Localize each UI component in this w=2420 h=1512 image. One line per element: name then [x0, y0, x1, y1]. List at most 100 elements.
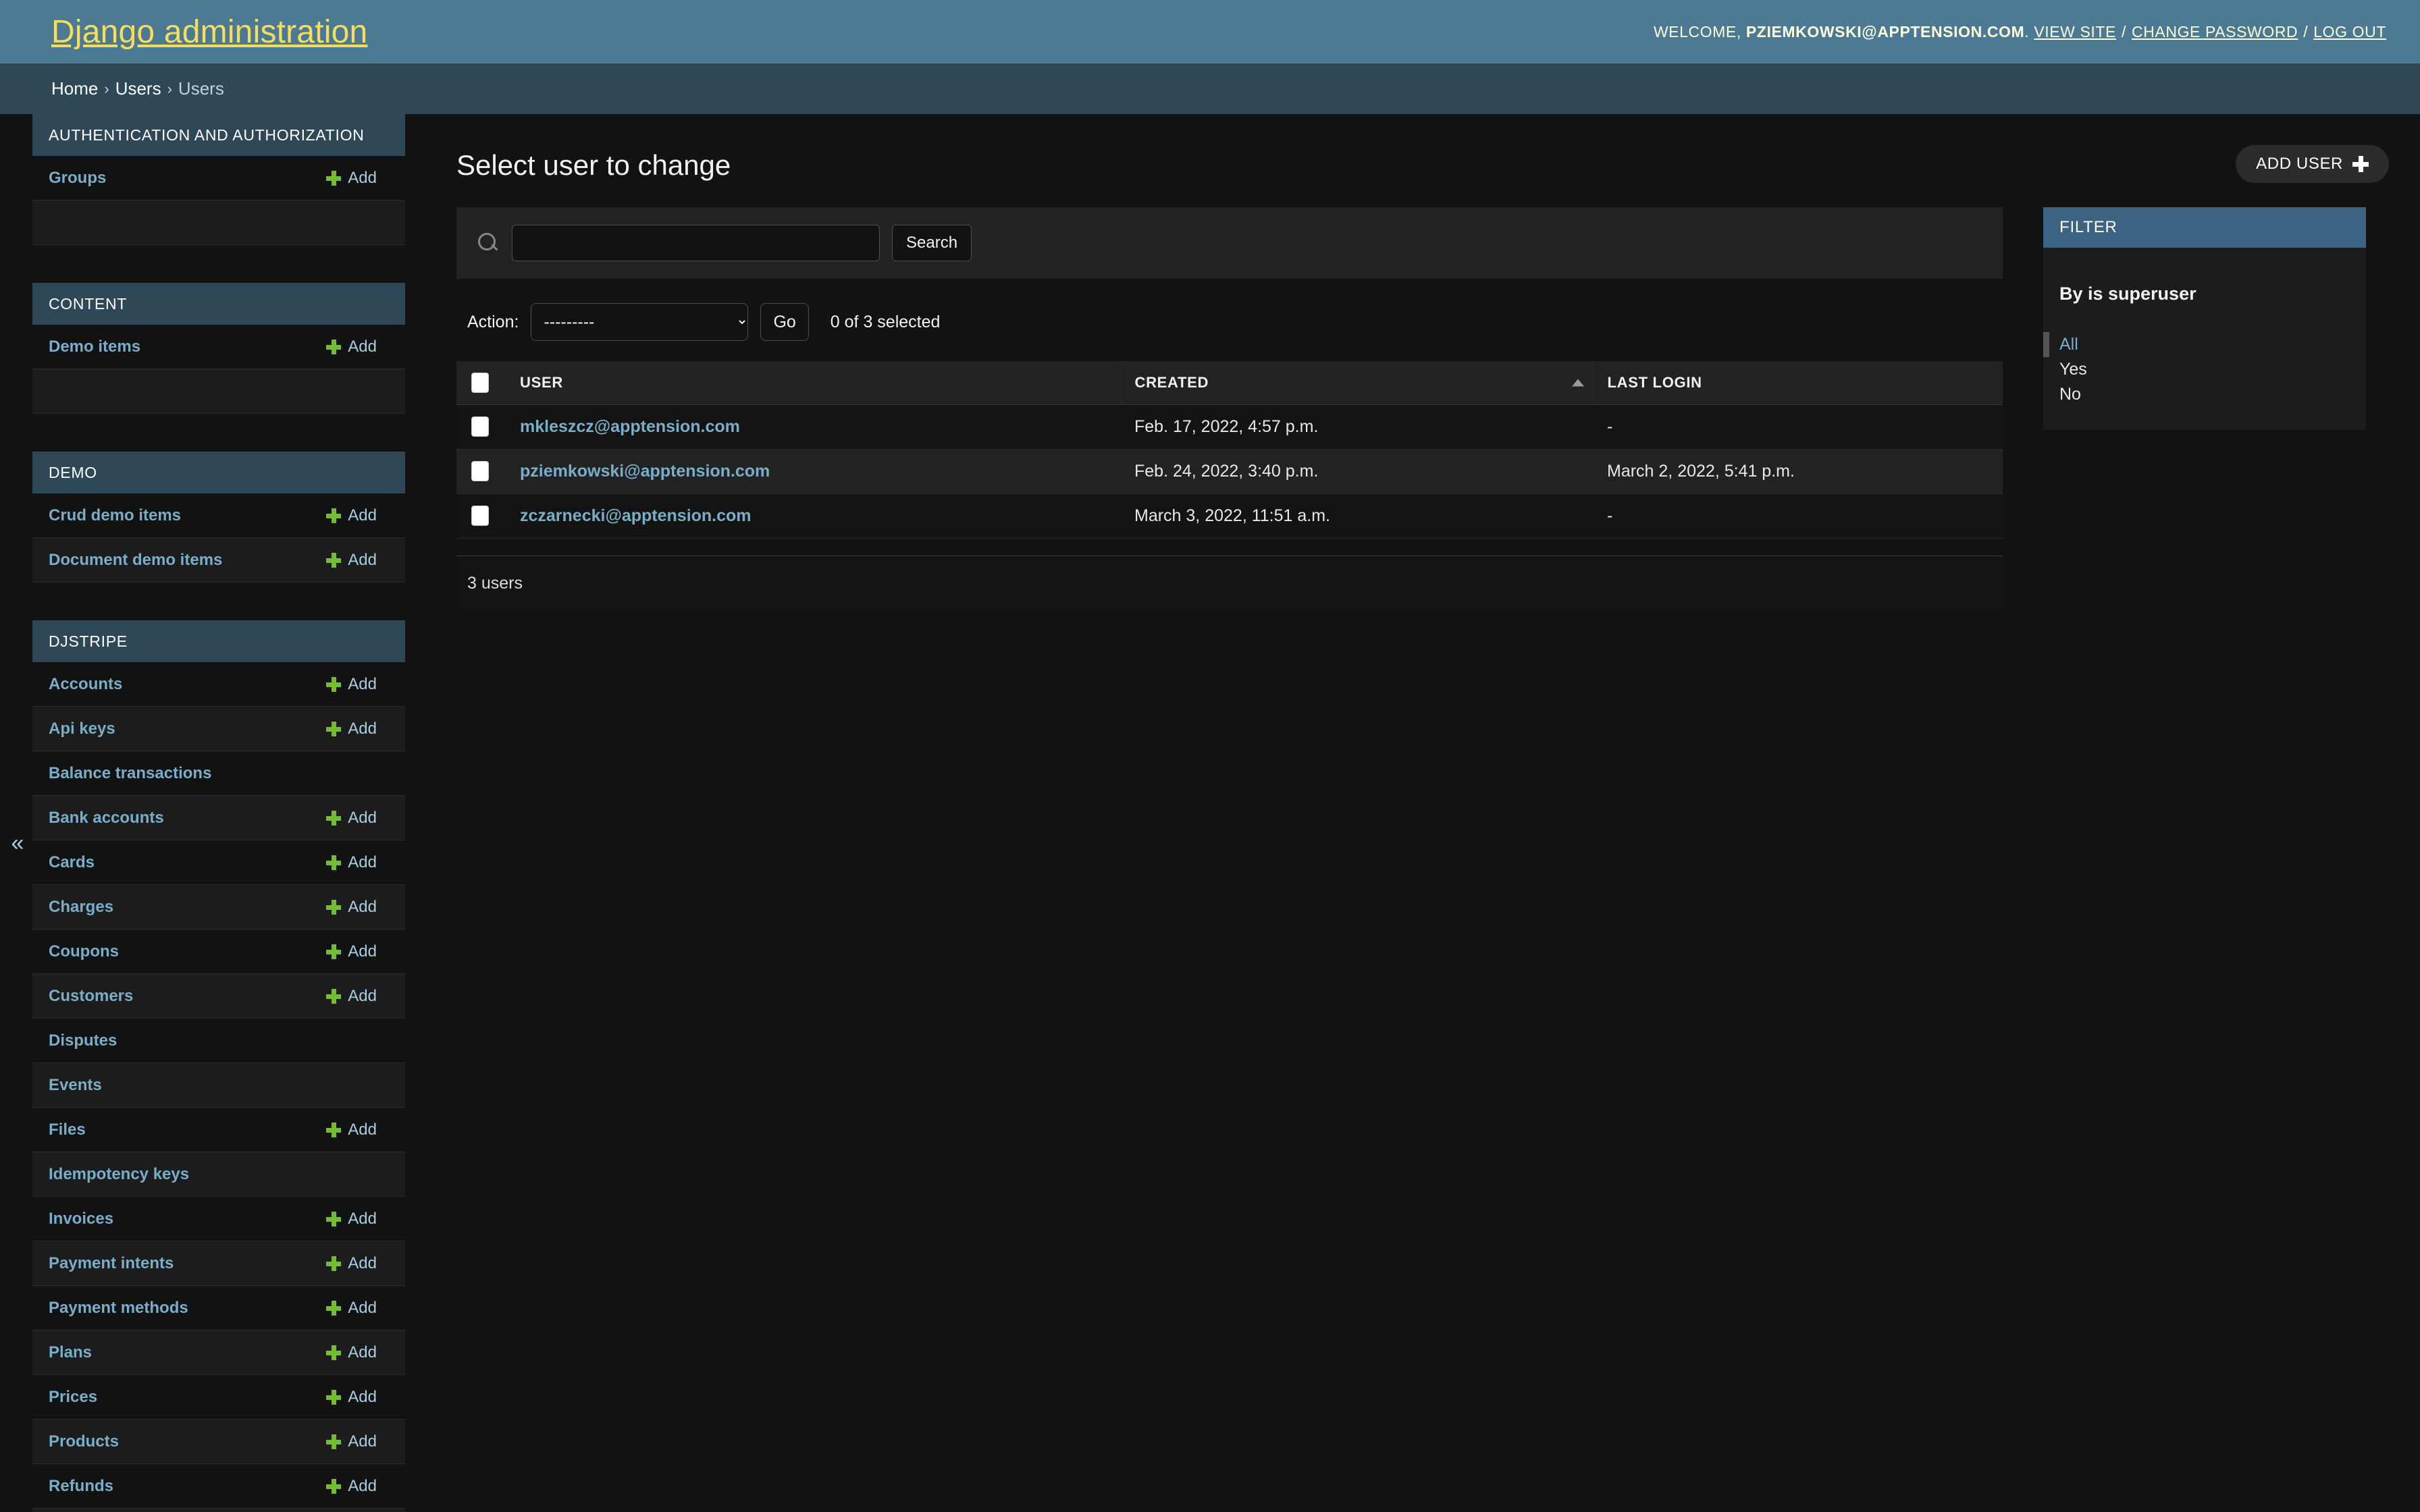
sidebar-item-payment-methods[interactable]: Payment methods Add [32, 1286, 405, 1330]
change-password-link[interactable]: CHANGE PASSWORD [2132, 23, 2298, 41]
sidebar-item-label[interactable]: Refunds [49, 1477, 113, 1496]
sidebar-item-label[interactable]: Balance transactions [49, 764, 211, 783]
sidebar-item-charges[interactable]: Charges Add [32, 885, 405, 929]
filter-option-label[interactable]: Yes [2059, 360, 2087, 379]
sidebar-add-link[interactable]: Add [326, 1432, 377, 1451]
user-link[interactable]: mkleszcz@apptension.com [520, 417, 740, 436]
sidebar-add-link[interactable]: Add [326, 1477, 377, 1496]
sidebar-item-idempotency-keys[interactable]: Idempotency keys [32, 1152, 405, 1197]
add-user-button[interactable]: ADD USER [2236, 145, 2389, 183]
sidebar-add-link[interactable]: Add [326, 809, 377, 828]
search-panel: Search [456, 207, 2003, 279]
sidebar-item-label[interactable]: Charges [49, 898, 113, 917]
filter-option-label[interactable]: All [2059, 335, 2078, 354]
sidebar-item-coupons[interactable]: Coupons Add [32, 929, 405, 974]
filter-option-label[interactable]: No [2059, 385, 2081, 404]
sidebar-item-api-keys[interactable]: Api keys Add [32, 707, 405, 751]
sidebar-collapse-toggle[interactable]: « [4, 830, 31, 857]
sidebar-item-label[interactable]: Groups [49, 169, 106, 188]
sidebar-add-link[interactable]: Add [326, 551, 377, 570]
sidebar-add-link[interactable]: Add [326, 1388, 377, 1407]
filter-option-yes[interactable]: Yes [2043, 357, 2366, 382]
sidebar-item-label[interactable]: Demo items [49, 338, 140, 356]
sidebar-item-cards[interactable]: Cards Add [32, 840, 405, 885]
breadcrumb-home[interactable]: Home [51, 78, 98, 99]
sidebar-item-label[interactable]: Document demo items [49, 551, 222, 570]
sidebar-item-document-demo-items[interactable]: Document demo items Add [32, 538, 405, 583]
sidebar-item-crud-demo-items[interactable]: Crud demo items Add [32, 493, 405, 538]
sidebar-item-disputes[interactable]: Disputes [32, 1019, 405, 1063]
sidebar-add-link[interactable]: Add [326, 169, 377, 188]
sidebar-module-gap [32, 245, 405, 283]
sidebar-item-label[interactable]: Disputes [49, 1031, 117, 1050]
sidebar-item-events[interactable]: Events [32, 1063, 405, 1108]
sidebar-add-link[interactable]: Add [326, 1210, 377, 1228]
column-header-user[interactable]: USER [506, 361, 1122, 405]
sidebar-item-files[interactable]: Files Add [32, 1108, 405, 1152]
row-select-checkbox[interactable] [471, 506, 489, 526]
breadcrumb-app[interactable]: Users [115, 78, 161, 99]
sidebar-add-link[interactable]: Add [326, 898, 377, 917]
row-select-checkbox[interactable] [471, 461, 489, 481]
filter-option-no[interactable]: No [2043, 382, 2366, 407]
row-select-checkbox[interactable] [471, 416, 489, 437]
sidebar-item-label[interactable]: Customers [49, 987, 133, 1006]
sidebar-item-label[interactable]: Invoices [49, 1210, 113, 1228]
go-button[interactable]: Go [760, 303, 809, 341]
sidebar-item-products[interactable]: Products Add [32, 1420, 405, 1464]
sidebar-add-link[interactable]: Add [326, 338, 377, 356]
user-link[interactable]: pziemkowski@apptension.com [520, 462, 770, 481]
sidebar-item-groups[interactable]: Groups Add [32, 156, 405, 200]
log-out-link[interactable]: LOG OUT [2313, 23, 2386, 41]
sidebar-add-link[interactable]: Add [326, 675, 377, 694]
sidebar-add-link[interactable]: Add [326, 942, 377, 961]
sidebar-item-label[interactable]: Crud demo items [49, 506, 181, 525]
sidebar-add-link[interactable]: Add [326, 987, 377, 1006]
sidebar-add-link[interactable]: Add [326, 1120, 377, 1139]
site-brand-link[interactable]: Django administration [51, 14, 367, 51]
select-all-checkbox[interactable] [471, 372, 489, 393]
search-button[interactable]: Search [892, 225, 972, 261]
sidebar-item-label[interactable]: Api keys [49, 720, 115, 738]
filter-option-all[interactable]: All [2043, 332, 2366, 357]
sidebar-item-label[interactable]: Bank accounts [49, 809, 164, 828]
sidebar-item-setup-intents[interactable]: Setup intentsAdd [32, 1509, 405, 1512]
sidebar-item-label[interactable]: Files [49, 1120, 86, 1139]
sidebar-item-invoices[interactable]: Invoices Add [32, 1197, 405, 1241]
sidebar-add-link[interactable]: Add [326, 506, 377, 525]
sidebar-item-refunds[interactable]: Refunds Add [32, 1464, 405, 1509]
sidebar-add-link[interactable]: Add [326, 853, 377, 872]
column-header-created[interactable]: CREATED [1121, 361, 1594, 405]
sidebar-item-payment-intents[interactable]: Payment intents Add [32, 1241, 405, 1286]
sidebar-item-label[interactable]: Products [49, 1432, 119, 1451]
sidebar-item-label[interactable]: Prices [49, 1388, 97, 1407]
action-select[interactable]: --------- [531, 303, 749, 341]
sidebar-item-balance-transactions[interactable]: Balance transactions [32, 751, 405, 796]
sidebar-add-link[interactable]: Add [326, 720, 377, 738]
sidebar-add-label: Add [348, 1387, 377, 1406]
search-input[interactable] [512, 225, 880, 261]
sidebar-item-accounts[interactable]: Accounts Add [32, 662, 405, 707]
sidebar-item-customers[interactable]: Customers Add [32, 974, 405, 1019]
sidebar-item-label[interactable]: Payment intents [49, 1254, 174, 1273]
sidebar-item-label[interactable]: Cards [49, 853, 95, 872]
sidebar-item-label[interactable]: Plans [49, 1343, 92, 1362]
sidebar-item-label[interactable]: Idempotency keys [49, 1165, 189, 1184]
sidebar-item-label[interactable]: Events [49, 1076, 102, 1095]
sidebar-item-current[interactable] [32, 200, 405, 245]
sidebar-add-link[interactable]: Add [326, 1343, 377, 1362]
sidebar-item-current[interactable] [32, 369, 405, 414]
sidebar-item-label[interactable]: Accounts [49, 675, 122, 694]
sidebar-add-link[interactable]: Add [326, 1254, 377, 1273]
sidebar-item-bank-accounts[interactable]: Bank accounts Add [32, 796, 405, 840]
user-link[interactable]: zczarnecki@apptension.com [520, 506, 752, 525]
sidebar-item-prices[interactable]: Prices Add [32, 1375, 405, 1420]
view-site-link[interactable]: VIEW SITE [2034, 23, 2116, 41]
sidebar-item-plans[interactable]: Plans Add [32, 1330, 405, 1375]
sidebar-item-label[interactable]: Payment methods [49, 1299, 188, 1318]
select-all-header [456, 361, 506, 405]
sidebar-item-demo-items[interactable]: Demo items Add [32, 325, 405, 369]
column-header-last-login[interactable]: LAST LOGIN [1594, 361, 2003, 405]
sidebar-item-label[interactable]: Coupons [49, 942, 119, 961]
sidebar-add-link[interactable]: Add [326, 1299, 377, 1318]
